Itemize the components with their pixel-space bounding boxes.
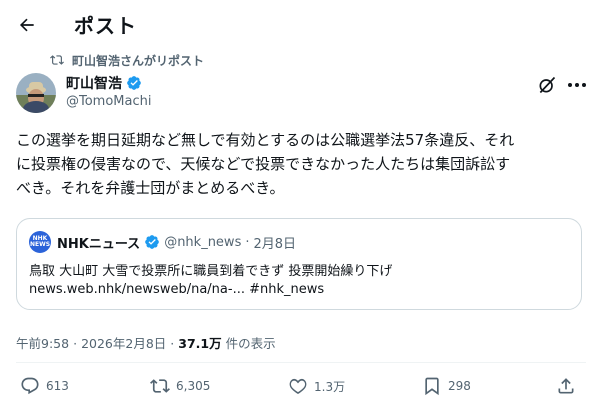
back-button[interactable]	[14, 12, 40, 38]
avatar[interactable]	[16, 73, 56, 113]
post-date[interactable]: 2026年2月8日	[81, 333, 166, 352]
reply-button[interactable]: 613	[20, 376, 69, 396]
bookmark-icon	[425, 377, 439, 396]
tweet-line: に投票権の侵害なので、天候などで投票できなかった人たちは集団訴訟す	[16, 155, 511, 173]
dot	[582, 83, 586, 87]
bookmark-count: 298	[448, 379, 471, 393]
quote-link-text: news.web.nhk/newsweb/na/na-... #nhk_news	[29, 282, 325, 297]
author-handle[interactable]: @TomoMachi	[66, 94, 151, 109]
action-bar: 613 6,305 1.3万 298	[0, 376, 602, 402]
tweet-line: この選挙を期日延期など無しで有効とするのは公職選挙法57条違反、それ	[16, 131, 515, 149]
repost-label: 町山智浩さんがリポスト	[72, 53, 205, 68]
bookmark-button[interactable]: 298	[422, 376, 471, 396]
nhk-logo-icon: NHK NEWS	[29, 231, 51, 253]
quote-author-handle: @nhk_news	[164, 234, 242, 250]
repost-icon	[50, 55, 64, 65]
arrow-left-icon	[19, 18, 34, 32]
top-bar: ポスト	[0, 0, 602, 50]
more-options-icon[interactable]	[568, 79, 588, 91]
repost-icon	[150, 379, 170, 393]
quote-text: 鳥取 大山町 大雪で投票所に職員到着できず 投票開始繰り下げ	[29, 264, 393, 279]
reply-icon	[21, 377, 39, 395]
divider	[16, 362, 586, 363]
separator: ·	[73, 336, 78, 351]
repost-indicator[interactable]: 町山智浩さんがリポスト	[50, 52, 204, 68]
post-time[interactable]: 午前9:58	[16, 333, 69, 352]
dot	[568, 83, 572, 87]
page-title: ポスト	[74, 14, 137, 38]
tweet-text: この選挙を期日延期など無しで有効とするのは公職選挙法57条違反、それ に投票権の…	[16, 128, 588, 200]
separator: ·	[170, 336, 175, 351]
author-name-row[interactable]: 町山智浩	[66, 73, 142, 93]
quoted-tweet-card[interactable]: NHK NEWS NHKニュース @nhk_news · 2月8日 鳥取 大山町 …	[16, 218, 582, 310]
verified-badge-icon	[145, 235, 160, 249]
verified-badge-icon	[127, 76, 141, 90]
repost-button[interactable]: 6,305	[150, 376, 210, 396]
tweet-meta: 午前9:58 · 2026年2月8日 · 37.1万 件の表示	[16, 333, 276, 352]
share-icon	[558, 378, 574, 394]
share-button[interactable]	[556, 376, 576, 396]
heart-icon	[289, 378, 307, 395]
quote-header: NHK NEWS NHKニュース @nhk_news · 2月8日	[29, 231, 296, 253]
quote-author-name: NHKニュース	[57, 236, 141, 252]
view-count: 37.1万	[178, 336, 222, 351]
reply-count: 613	[46, 379, 69, 393]
quote-date: 2月8日	[253, 236, 297, 252]
avatar-image	[16, 73, 56, 113]
tweet-line: べき。それを弁護士団がまとめるべき。	[16, 179, 285, 197]
repost-count: 6,305	[176, 379, 211, 393]
dot	[575, 83, 579, 87]
like-count: 1.3万	[314, 379, 346, 394]
grok-icon[interactable]	[537, 75, 557, 95]
author-name: 町山智浩	[66, 76, 122, 92]
like-button[interactable]: 1.3万	[288, 376, 345, 396]
view-label: 件の表示	[225, 336, 276, 351]
separator: ·	[245, 234, 250, 250]
